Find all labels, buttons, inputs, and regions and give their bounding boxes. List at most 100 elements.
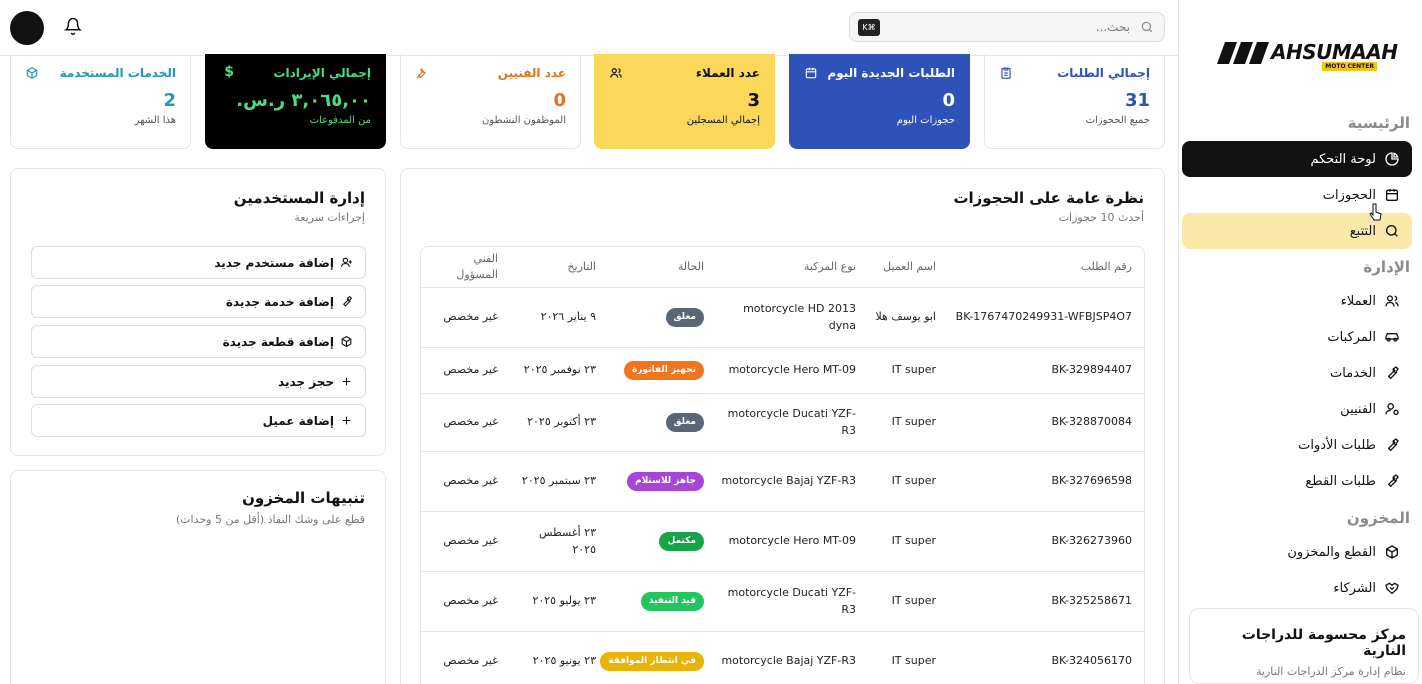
panel-title: تنبيهات المخزون: [242, 489, 365, 507]
sidebar-item-technicians[interactable]: الفنيين: [1182, 394, 1412, 424]
cell-order: BK-327696598: [932, 452, 1132, 511]
cell-date-text: ٩ يناير ٢٠٢٦: [540, 310, 596, 324]
cell-vehicle: motorcycle Bajaj YZF-R3: [716, 632, 856, 684]
cell-vehicle: motorcycle Hero MT-09: [716, 348, 856, 393]
button-label: إضافة قطعة جديدة: [222, 334, 334, 349]
sidebar-item-customers[interactable]: العملاء: [1182, 286, 1412, 316]
search-icon: [1141, 21, 1153, 33]
user-cog-icon: [1385, 403, 1399, 415]
cell-vehicle: motorcycle Ducati YZF-R3: [716, 572, 856, 631]
wrench-icon: [1387, 366, 1399, 380]
cell-customer: IT super: [866, 512, 936, 571]
sidebar-item-tool-requests[interactable]: طلبات الأدوات: [1182, 430, 1412, 460]
add-service-button[interactable]: إضافة خدمة جديدة: [31, 285, 366, 318]
handshake-icon: [1385, 582, 1399, 595]
sidebar-item-label: طلبات القطع: [1305, 473, 1376, 489]
stat-label: الطلبات الجديدة اليوم: [827, 66, 955, 80]
cell-customer-text: ابو يوسف هلا: [875, 310, 936, 324]
sidebar-item-dashboard[interactable]: لوحة التحكم: [1182, 141, 1412, 177]
new-booking-button[interactable]: حجز جديد: [31, 365, 366, 398]
cell-order-text: BK-1767470249931-WFBJSP4O7: [955, 310, 1132, 324]
sidebar-item-label: الخدمات: [1330, 365, 1376, 381]
add-user-button[interactable]: إضافة مستخدم جديد: [31, 246, 366, 279]
sidebar-item-partners[interactable]: الشركاء: [1182, 573, 1412, 603]
stat-sub: هذا الشهر: [134, 115, 176, 126]
table-row[interactable]: BK-324056170 IT super motorcycle Bajaj YZF…: [421, 631, 1144, 684]
cell-tech: غير مخصص: [438, 394, 498, 451]
cell-vehicle: motorcycle Bajaj YZF-R3: [716, 452, 856, 511]
sidebar-item-label: الفنيين: [1340, 401, 1376, 417]
stat-sub: حجوزات اليوم: [896, 115, 955, 126]
cell-tech: غير مخصص: [438, 348, 498, 393]
stat-sub: جميع الحجوزات: [1085, 115, 1150, 126]
stat-value: 3: [747, 90, 760, 111]
box-icon: [26, 67, 38, 79]
button-label: إضافة مستخدم جديد: [214, 255, 334, 270]
cell-status: مغلق: [614, 288, 704, 347]
cell-date-text: ٢٣ سبتمبر ٢٠٢٥: [521, 474, 596, 488]
cell-tech: غير مخصص: [438, 512, 498, 571]
cell-order: BK-1767470249931-WFBJSP4O7: [932, 288, 1132, 347]
bookings-table: رقم الطلب اسم العميل نوع المركبة الحالة …: [420, 246, 1145, 684]
table-row[interactable]: BK-1767470249931-WFBJSP4O7 ابو يوسف هلا mo…: [421, 287, 1144, 347]
cell-order-text: BK-327696598: [1051, 474, 1132, 488]
user-plus-icon: [341, 257, 352, 267]
cell-vehicle-text: motorcycle Bajaj YZF-R3: [721, 474, 856, 488]
cell-date-text: ٢٣ أغسطس ٢٠٢٥: [539, 526, 596, 556]
stat-total-orders: إجمالي الطلبات 31 جميع الحجوزات: [984, 54, 1165, 149]
status-badge: قيد التنفيذ: [640, 591, 704, 612]
table-row[interactable]: BK-326273960 IT super motorcycle Hero MT-0…: [421, 511, 1144, 571]
users-icon: [610, 68, 622, 78]
calendar-icon: [805, 67, 817, 79]
search-input[interactable]: بحث... ⌘K: [849, 12, 1165, 42]
sidebar-item-parts-requests[interactable]: طلبات القطع: [1182, 466, 1412, 496]
add-part-button[interactable]: إضافة قطعة جديدة: [31, 325, 366, 358]
stat-new-today: الطلبات الجديدة اليوم 0 حجوزات اليوم: [789, 54, 970, 149]
avatar[interactable]: [10, 11, 44, 45]
cell-order: BK-324056170: [932, 632, 1132, 684]
sidebar-item-services[interactable]: الخدمات: [1182, 358, 1412, 388]
logo: AHSUMAAH MOTO CENTER: [1216, 40, 1398, 74]
stat-label: الخدمات المستخدمة: [59, 66, 176, 80]
cell-tech-text: غير مخصص: [443, 474, 498, 488]
cell-status: مكتمل: [614, 512, 704, 571]
sidebar-item-vehicles[interactable]: المركبات: [1182, 322, 1412, 352]
dollar-icon: $: [224, 64, 234, 80]
pie-chart-icon: [1385, 152, 1399, 166]
sidebar: AHSUMAAH MOTO CENTER الرئيسية لوحة التحك…: [1178, 0, 1422, 684]
cell-customer-text: IT super: [891, 534, 936, 548]
table-row[interactable]: BK-328870084 IT super motorcycle Ducati YZ…: [421, 393, 1144, 451]
cell-tech-text: غير مخصص: [443, 594, 498, 608]
status-badge: مغلق: [665, 307, 704, 328]
cell-vehicle-text: motorcycle Ducati YZF-R3: [727, 586, 856, 616]
table-row[interactable]: BK-327696598 IT super motorcycle Bajaj YZF…: [421, 451, 1144, 511]
button-label: حجز جديد: [278, 374, 334, 389]
cell-status: قيد التنفيذ: [614, 572, 704, 631]
cell-date-text: ٢٣ يونيو ٢٠٢٥: [532, 654, 596, 668]
users-panel: إدارة المستخدمين إجراءات سريعة إضافة مست…: [10, 168, 386, 456]
panel-subtitle: أحدث 10 حجوزات: [1058, 211, 1144, 224]
add-customer-button[interactable]: إضافة عميل: [31, 404, 366, 437]
sidebar-item-parts-inventory[interactable]: القطع والمخزون: [1182, 537, 1412, 567]
sidebar-item-label: القطع والمخزون: [1287, 544, 1376, 560]
table-row[interactable]: BK-325258671 IT super motorcycle Ducati YZ…: [421, 571, 1144, 631]
cell-tech-text: غير مخصص: [443, 363, 498, 377]
sidebar-item-label: طلبات الأدوات: [1298, 437, 1376, 453]
stat-label: إجمالي الطلبات: [1057, 66, 1150, 80]
cell-order-text: BK-324056170: [1051, 654, 1132, 668]
col-date: التاريخ: [567, 259, 596, 273]
plus-icon: [342, 416, 351, 425]
cell-vehicle-text: motorcycle Ducati YZF-R3: [727, 407, 856, 437]
car-icon: [1385, 333, 1399, 342]
button-label: إضافة خدمة جديدة: [225, 294, 334, 309]
wrench-icon: [1387, 438, 1399, 452]
cell-date: ٢٣ يونيو ٢٠٢٥: [516, 632, 596, 684]
bell-icon[interactable]: [64, 17, 82, 35]
center-card: مركز محسومة للدراجات النارية نظام إدارة …: [1189, 608, 1419, 684]
cell-vehicle-text: motorcycle Hero MT-09: [728, 534, 856, 548]
col-order: رقم الطلب: [1080, 259, 1132, 273]
cell-customer-text: IT super: [891, 363, 936, 377]
table-row[interactable]: BK-329894407 IT super motorcycle Hero MT-0…: [421, 347, 1144, 393]
table-header: رقم الطلب اسم العميل نوع المركبة الحالة …: [421, 247, 1144, 287]
cell-date: ٢٣ نوفمبر ٢٠٢٥: [516, 348, 596, 393]
